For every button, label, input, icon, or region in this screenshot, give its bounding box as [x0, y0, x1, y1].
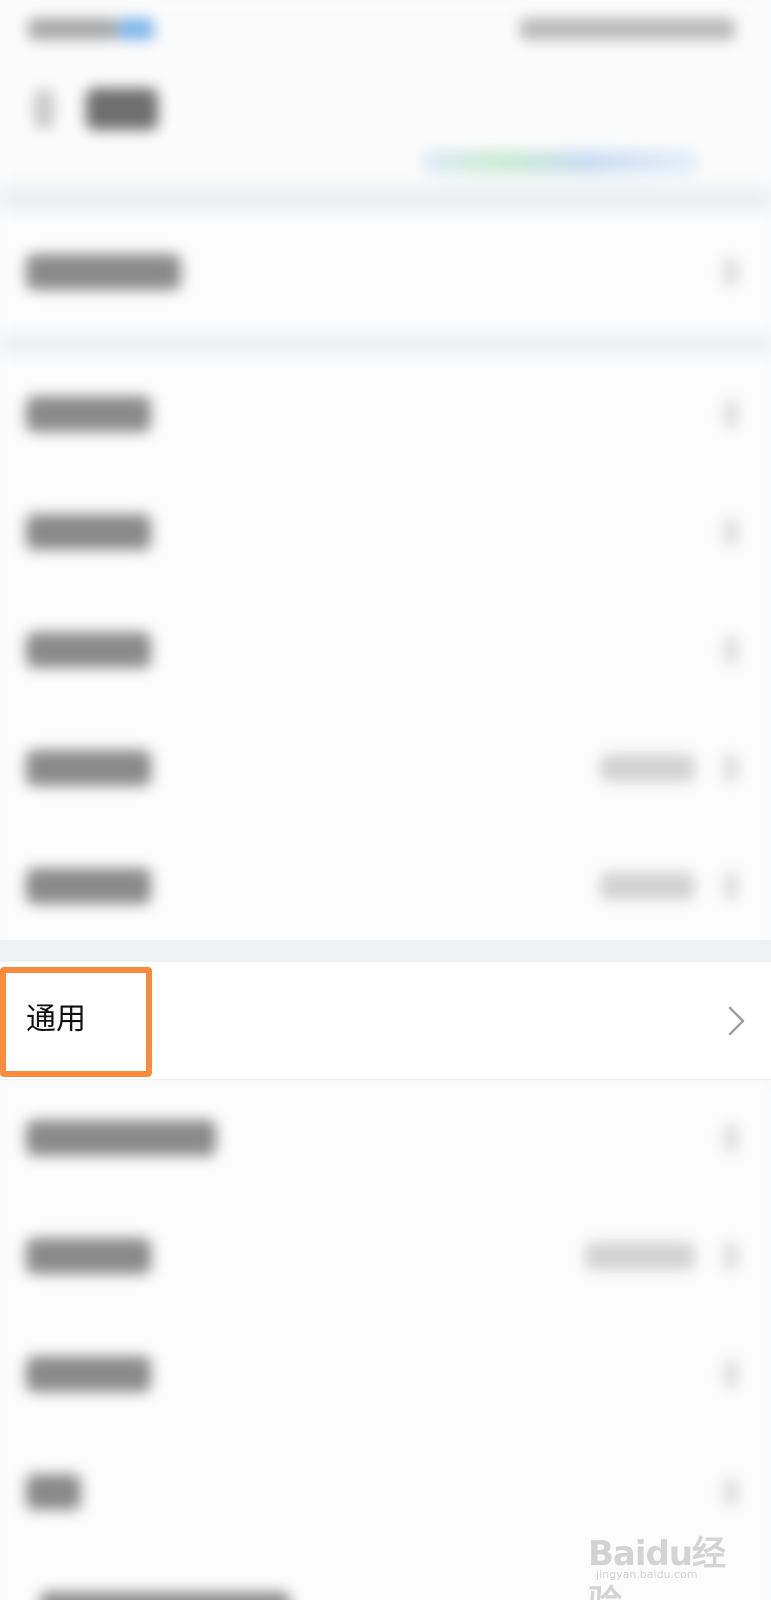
chevron-right-icon [724, 1360, 738, 1388]
back-icon[interactable] [34, 90, 54, 128]
settings-row[interactable] [0, 1080, 771, 1198]
row-value [585, 1242, 695, 1270]
general-label: 通用 [26, 1002, 86, 1037]
status-bar [0, 0, 771, 64]
section-separator [0, 184, 771, 214]
chevron-right-icon [724, 1478, 738, 1506]
row-label [26, 1120, 216, 1156]
page-title [86, 88, 158, 130]
row-value [600, 754, 695, 782]
row-label [26, 750, 151, 786]
row-label [26, 254, 181, 290]
chevron-right-icon [724, 754, 738, 782]
header [0, 64, 771, 184]
row-divider [0, 1079, 771, 1080]
row-label [26, 514, 151, 550]
row-label [26, 1238, 151, 1274]
settings-row[interactable] [0, 356, 771, 474]
settings-row[interactable] [0, 214, 771, 332]
settings-row[interactable] [0, 1316, 771, 1434]
promo-banner[interactable] [420, 150, 700, 174]
status-network-icon [118, 18, 154, 40]
status-indicators [520, 18, 735, 40]
row-label [26, 868, 151, 904]
row-label [26, 396, 151, 432]
watermark-url: jingyan.baidu.com [596, 1568, 698, 1581]
chevron-right-icon [724, 1242, 738, 1270]
row-label [26, 1474, 81, 1510]
settings-row[interactable] [0, 474, 771, 592]
settings-row[interactable] [0, 828, 771, 946]
row-value [600, 872, 695, 900]
row-label [26, 1356, 151, 1392]
baidu-watermark: Baidu经验 jingyan.baidu.com [588, 1522, 738, 1600]
chevron-right-icon [724, 258, 738, 286]
section-separator [0, 332, 771, 356]
chevron-right-icon [724, 400, 738, 428]
chevron-right-icon [724, 1124, 738, 1152]
row-label [40, 1592, 290, 1600]
chevron-right-icon [724, 636, 738, 664]
settings-page: 通用 Baidu经验 jingyan.baidu.com [0, 0, 771, 1600]
row-label [26, 632, 151, 668]
watermark-text: Baidu经验 [588, 1534, 726, 1600]
chevron-right-icon [724, 872, 738, 900]
settings-row[interactable] [0, 710, 771, 828]
section-separator [0, 940, 771, 962]
settings-row[interactable] [0, 592, 771, 710]
settings-row[interactable] [0, 1198, 771, 1316]
settings-item-general[interactable]: 通用 [0, 962, 771, 1080]
status-time [28, 18, 118, 40]
chevron-right-icon [724, 518, 738, 546]
chevron-right-icon [728, 1006, 745, 1036]
